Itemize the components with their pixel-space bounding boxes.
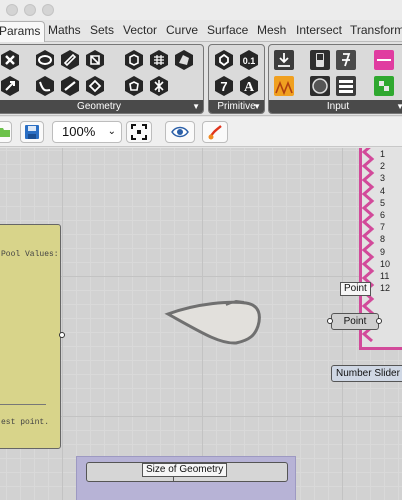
panel-output-grip[interactable] bbox=[59, 332, 65, 338]
input-panel-label[interactable]: Input ▼ bbox=[269, 100, 402, 113]
primitive-label: Primitive bbox=[217, 101, 256, 112]
list-item: 6 bbox=[380, 210, 386, 221]
expand-arrow-icon: ▼ bbox=[253, 102, 261, 111]
toggle-input-icon[interactable] bbox=[309, 49, 331, 71]
panel-divider bbox=[0, 404, 46, 405]
sketch-button[interactable] bbox=[202, 121, 228, 143]
tab-maths[interactable]: Maths bbox=[48, 23, 81, 37]
list-item: 2 bbox=[380, 161, 386, 172]
preview-toggle-button[interactable] bbox=[165, 121, 195, 143]
tab-sets[interactable]: Sets bbox=[90, 23, 114, 37]
tab-curve[interactable]: Curve bbox=[166, 23, 198, 37]
geometry-label: Geometry bbox=[77, 101, 121, 112]
input-label: Input bbox=[326, 101, 350, 112]
number-param-icon[interactable]: 0.1 bbox=[238, 49, 260, 71]
tab-vector[interactable]: Vector bbox=[123, 23, 157, 37]
gradient-input-icon[interactable] bbox=[273, 75, 295, 97]
grasshopper-canvas[interactable]: Pool Values: est point. 1 2 3 4 5 6 7 8 … bbox=[0, 148, 402, 500]
list-item: 4 bbox=[380, 185, 386, 196]
boolean-param-icon[interactable] bbox=[213, 49, 235, 71]
text-param-icon[interactable]: A bbox=[238, 75, 260, 97]
brush-icon bbox=[208, 125, 222, 140]
circle-param-icon[interactable] bbox=[34, 49, 56, 71]
list-item: 7 bbox=[380, 222, 386, 233]
zoom-extents-icon bbox=[131, 124, 147, 140]
plane-param-icon[interactable] bbox=[84, 75, 106, 97]
tab-mesh[interactable]: Mesh bbox=[257, 23, 286, 37]
tab-intersect[interactable]: Intersect bbox=[296, 23, 342, 37]
point-component[interactable]: Point bbox=[331, 313, 379, 330]
image-sampler-icon[interactable] bbox=[373, 75, 395, 97]
control-knob-icon[interactable] bbox=[335, 49, 357, 71]
list-item: 1 bbox=[380, 149, 386, 159]
list-item: 5 bbox=[380, 197, 386, 208]
panel-line: est point. bbox=[1, 418, 50, 427]
delete-geometry-icon[interactable] bbox=[0, 49, 21, 71]
list-item: 12 bbox=[380, 283, 391, 294]
line-param-icon[interactable] bbox=[59, 75, 81, 97]
data-input-icon[interactable] bbox=[273, 49, 295, 71]
expand-arrow-icon: ▼ bbox=[192, 102, 200, 111]
eye-icon bbox=[171, 126, 189, 138]
primitive-panel-label[interactable]: Primitive ▼ bbox=[209, 100, 264, 113]
number-param-glyph: 0.1 bbox=[243, 56, 256, 66]
open-file-button[interactable] bbox=[0, 121, 12, 143]
geometry-param-icon[interactable] bbox=[59, 49, 81, 71]
close-window-button[interactable] bbox=[6, 4, 18, 16]
box-param-icon[interactable] bbox=[123, 49, 145, 71]
number-list: 1 2 3 4 5 6 7 8 9 10 11 12 bbox=[380, 148, 390, 294]
panel-line: Pool Values: bbox=[1, 250, 59, 259]
point-input-grip[interactable] bbox=[327, 318, 333, 324]
save-file-button[interactable] bbox=[20, 121, 44, 143]
field-param-icon[interactable] bbox=[148, 75, 170, 97]
point-output-grip[interactable] bbox=[376, 318, 382, 324]
colour-swatch-icon[interactable] bbox=[373, 49, 395, 71]
chevron-down-icon: ⌄ bbox=[107, 126, 116, 137]
list-item: 9 bbox=[380, 246, 386, 257]
integer-param-icon[interactable]: 7 bbox=[213, 75, 235, 97]
vector-param-icon[interactable] bbox=[0, 75, 21, 97]
zoom-select[interactable]: 100% ⌄ bbox=[52, 121, 122, 143]
surface-grid-icon[interactable] bbox=[148, 49, 170, 71]
canvas-toolbar: 100% ⌄ bbox=[0, 117, 402, 147]
point-tooltip: Point bbox=[340, 282, 371, 296]
tab-transform[interactable]: Transform bbox=[350, 23, 402, 37]
tab-params[interactable]: Params bbox=[0, 21, 46, 43]
list-item: 8 bbox=[380, 234, 386, 245]
list-item: 11 bbox=[380, 271, 390, 282]
component-tabs: Params Maths Sets Vector Curve Surface M… bbox=[0, 20, 402, 43]
expand-arrow-icon: ▼ bbox=[396, 100, 402, 113]
zoom-window-button[interactable] bbox=[42, 4, 54, 16]
number-slider-component[interactable]: Number Slider bbox=[331, 365, 402, 382]
minimize-window-button[interactable] bbox=[24, 4, 36, 16]
curve-param-icon[interactable] bbox=[34, 75, 56, 97]
integer-param-glyph: 7 bbox=[220, 79, 227, 94]
geometry-panel-label[interactable]: Geometry ▼ bbox=[0, 100, 203, 113]
list-item: 3 bbox=[380, 173, 386, 184]
button-input-icon[interactable] bbox=[309, 75, 331, 97]
folder-icon bbox=[0, 128, 10, 137]
size-of-geometry-tooltip: Size of Geometry bbox=[142, 463, 228, 477]
text-panel[interactable]: Pool Values: est point. bbox=[0, 224, 61, 449]
component-ribbon: Geometry ▼ 0.1 7 A Primitive ▼ Input ▼ bbox=[0, 42, 402, 116]
primitive-panel: 0.1 7 A Primitive ▼ bbox=[208, 44, 265, 114]
zoom-extents-button[interactable] bbox=[126, 121, 152, 143]
window-titlebar bbox=[0, 0, 402, 20]
save-icon bbox=[25, 125, 39, 139]
twisted-box-icon[interactable] bbox=[123, 75, 145, 97]
list-item: 10 bbox=[380, 258, 391, 269]
tab-surface[interactable]: Surface bbox=[207, 23, 248, 37]
brep-param-icon[interactable] bbox=[173, 49, 195, 71]
value-list-icon[interactable] bbox=[335, 75, 357, 97]
zoom-value: 100% bbox=[62, 124, 96, 139]
curve-geometry-preview bbox=[164, 299, 261, 345]
input-panel: Input ▼ bbox=[268, 44, 402, 114]
text-param-glyph: A bbox=[244, 80, 255, 95]
geometry-panel: Geometry ▼ bbox=[0, 44, 204, 114]
mesh-param-icon[interactable] bbox=[84, 49, 106, 71]
